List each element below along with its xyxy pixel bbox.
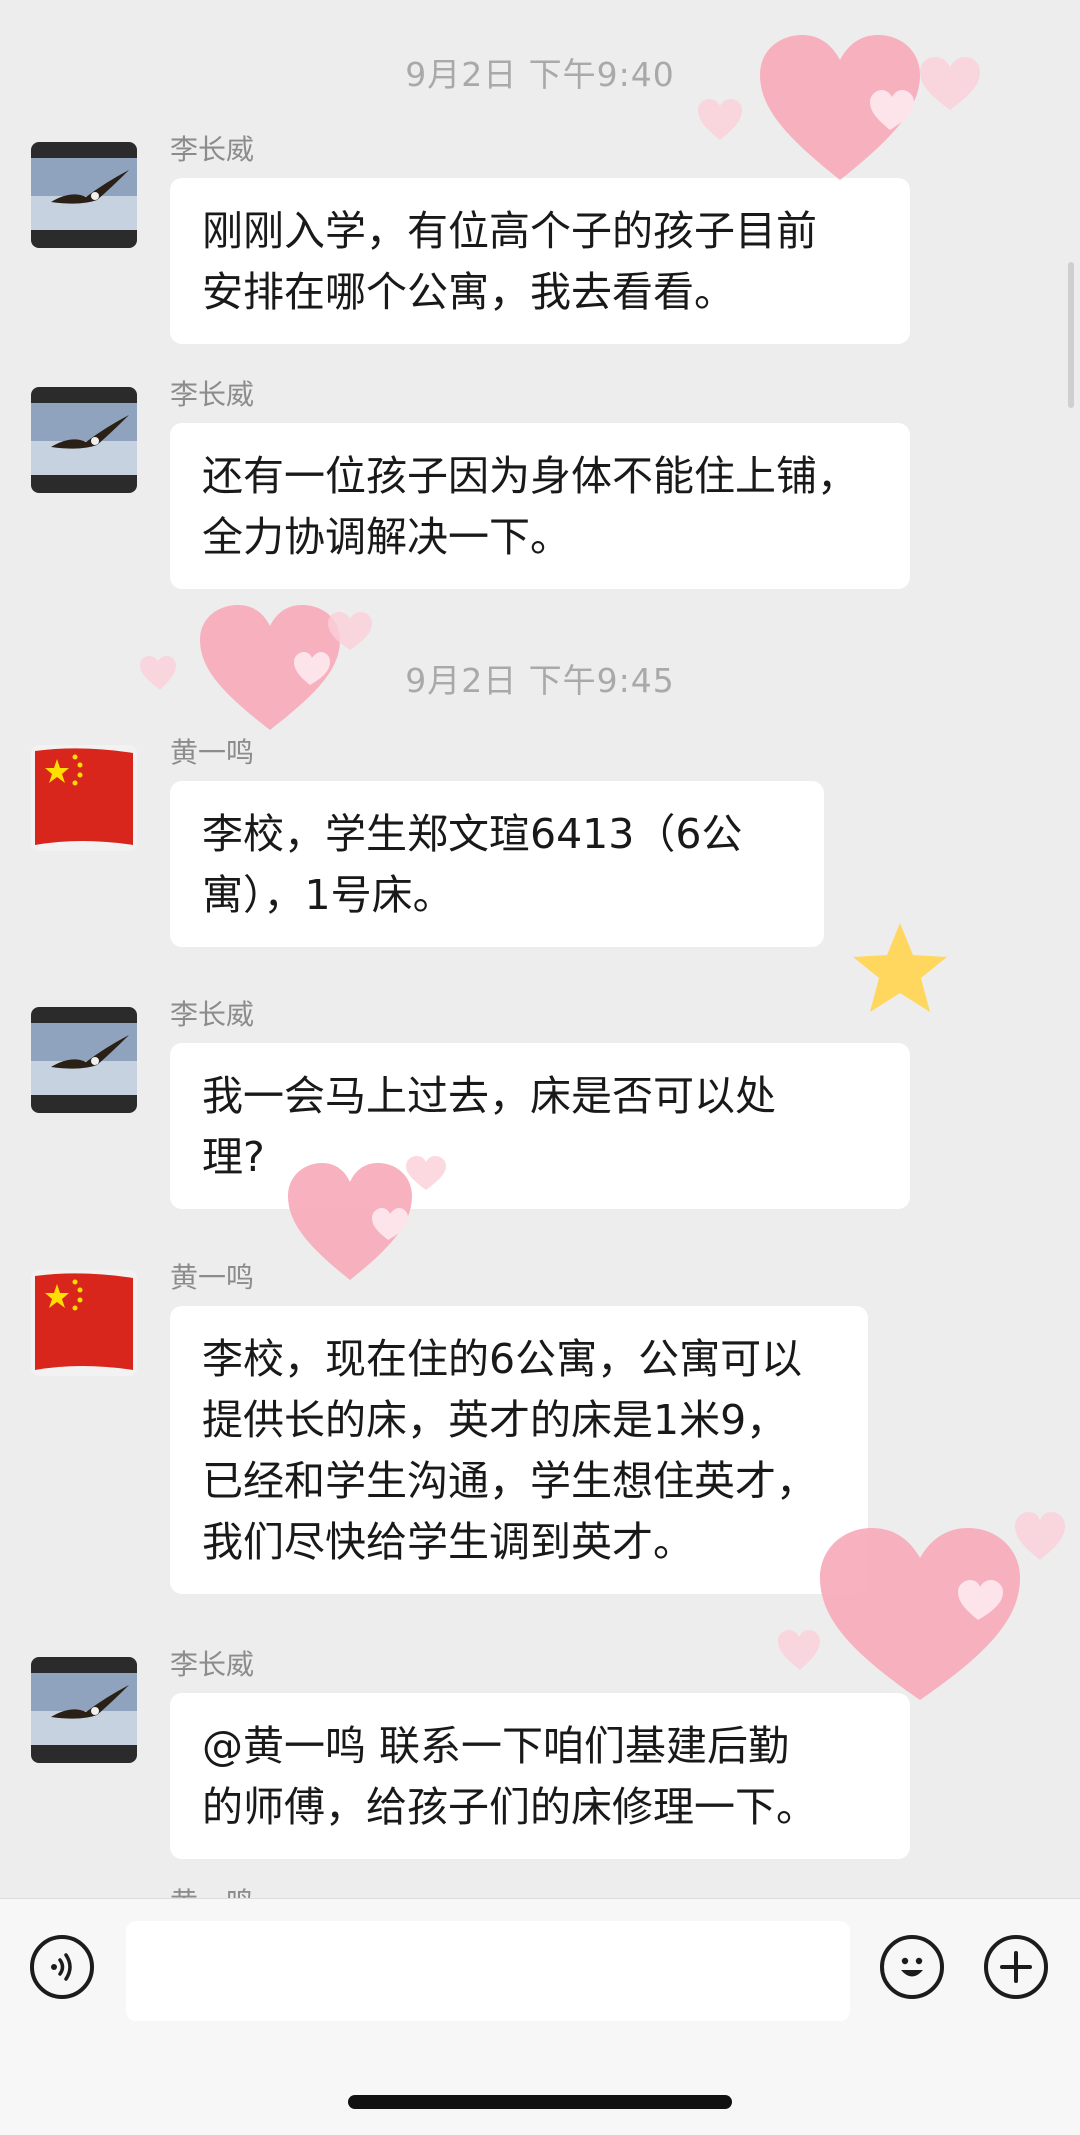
sender-name: 黄一鸣: [170, 736, 255, 769]
timestamp: 9月2日 下午9:40: [405, 55, 675, 94]
message-bubble[interactable]: @黄一鸣 联系一下咱们基建后勤 的师傅，给孩子们的床修理一下。: [170, 1693, 910, 1859]
eagle-avatar-icon[interactable]: [31, 142, 137, 248]
eagle-avatar-icon[interactable]: [31, 387, 137, 493]
sender-name: 李长威: [170, 998, 255, 1031]
emoji-button[interactable]: [880, 1935, 944, 1999]
hearts-sticker-icon: [698, 35, 980, 180]
message-input[interactable]: [126, 1921, 850, 2021]
timestamp: 9月2日 下午9:45: [405, 661, 675, 700]
chat-area[interactable]: 9月2日 下午9:40 李长威 刚刚入学，有位高个子的孩子目前 安排在哪个公寓，…: [0, 0, 1080, 1898]
message-bubble[interactable]: 还有一位孩子因为身体不能住上铺， 全力协调解决一下。: [170, 423, 910, 589]
voice-button[interactable]: [30, 1935, 94, 1999]
star-sticker-icon: [853, 923, 947, 1012]
sender-name: 黄一鸣: [170, 1261, 255, 1294]
china-flag-avatar-icon[interactable]: [31, 745, 137, 851]
china-flag-avatar-icon[interactable]: [31, 1270, 137, 1376]
eagle-avatar-icon[interactable]: [31, 1007, 137, 1113]
sender-name: 李长威: [170, 1648, 255, 1681]
plus-button[interactable]: [984, 1935, 1048, 1999]
home-indicator[interactable]: [348, 2095, 732, 2109]
message-bubble[interactable]: 李校，学生郑文瑄6413（6公 寓），1号床。: [170, 781, 824, 947]
smiley-icon: [901, 1957, 923, 1977]
sender-name: 李长威: [170, 133, 255, 166]
scrollbar-thumb[interactable]: [1068, 262, 1074, 408]
message-bubble[interactable]: 刚刚入学，有位高个子的孩子目前 安排在哪个公寓，我去看看。: [170, 178, 910, 344]
voice-icon: [51, 1953, 72, 1981]
sender-name: 黄一鸣: [170, 1885, 254, 1898]
message-bubble[interactable]: 我一会马上过去，床是否可以处 理?: [170, 1043, 910, 1209]
message-bubble[interactable]: 李校，现在住的6公寓，公寓可以 提供长的床，英才的床是1米9， 已经和学生沟通，…: [170, 1306, 868, 1594]
sender-name: 李长威: [170, 378, 255, 411]
eagle-avatar-icon[interactable]: [31, 1657, 137, 1763]
plus-icon: [1000, 1951, 1032, 1983]
